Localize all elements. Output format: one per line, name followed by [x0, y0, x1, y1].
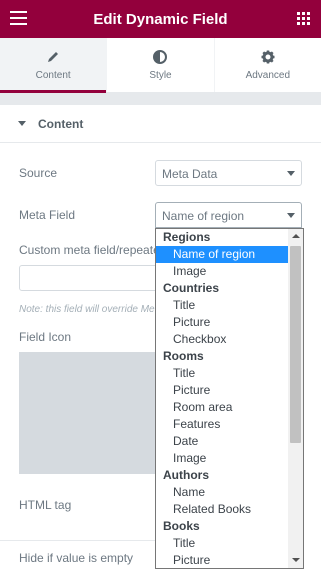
meta-field-select[interactable]: Name of region	[155, 202, 302, 228]
dropdown-group-label: Regions	[163, 230, 211, 244]
tab-style[interactable]: Style	[106, 38, 213, 92]
meta-field-dropdown[interactable]: Regions Name of region Image Countries Title…	[155, 228, 304, 569]
dropdown-option[interactable]: Name of region	[156, 246, 289, 263]
dropdown-scrollbar[interactable]	[288, 229, 303, 568]
dropdown-group-label: Countries	[163, 281, 220, 295]
custom-meta-input[interactable]	[19, 265, 159, 291]
dropdown-option[interactable]: Picture	[156, 314, 289, 331]
meta-field-value: Name of region	[162, 209, 245, 223]
pencil-icon	[46, 49, 60, 65]
html-tag-label: HTML tag	[19, 498, 72, 512]
grid-icon[interactable]	[297, 12, 310, 25]
hide-empty-label: Hide if value is empty	[19, 551, 134, 565]
panel-tabs: Content Style Advanced	[0, 38, 321, 93]
tab-label: Advanced	[245, 70, 291, 81]
icon-picker[interactable]	[19, 352, 159, 474]
section-separator	[0, 93, 321, 105]
source-label: Source	[19, 166, 58, 180]
tab-label: Style	[149, 70, 172, 81]
tab-advanced[interactable]: Advanced	[213, 38, 321, 92]
dropdown-option[interactable]: Picture	[156, 552, 289, 568]
scroll-thumb[interactable]	[290, 246, 301, 443]
hamburger-icon[interactable]	[10, 11, 27, 25]
dropdown-option[interactable]: Room area	[156, 399, 289, 416]
scroll-up-icon[interactable]	[288, 229, 303, 244]
chevron-down-icon	[287, 213, 295, 218]
section-title: Content	[38, 116, 84, 131]
dropdown-option[interactable]: Image	[156, 450, 289, 467]
dropdown-option[interactable]: Title	[156, 297, 289, 314]
dropdown-group-label: Authors	[163, 468, 209, 482]
chevron-down-icon	[287, 171, 295, 176]
dropdown-option[interactable]: Checkbox	[156, 331, 289, 348]
dropdown-option[interactable]: Name	[156, 484, 289, 501]
dropdown-option[interactable]: Picture	[156, 382, 289, 399]
tab-label: Content	[35, 70, 71, 81]
dropdown-group-label: Books	[163, 519, 200, 533]
divider	[0, 540, 160, 541]
tab-content[interactable]: Content	[0, 38, 107, 93]
source-value: Meta Data	[162, 167, 218, 181]
dropdown-option[interactable]: Image	[156, 263, 289, 280]
meta-field-label: Meta Field	[19, 208, 76, 222]
editor-header: Edit Dynamic Field	[0, 0, 321, 38]
dropdown-option[interactable]: Features	[156, 416, 289, 433]
content-section-toggle[interactable]: Content	[0, 105, 321, 143]
field-icon-label: Field Icon	[19, 330, 72, 344]
half-circle-icon	[153, 49, 168, 65]
gear-icon	[261, 49, 275, 65]
scroll-down-icon[interactable]	[288, 553, 303, 568]
dropdown-option[interactable]: Date	[156, 433, 289, 450]
caret-down-icon	[18, 121, 26, 126]
dropdown-list: Regions Name of region Image Countries Title…	[156, 229, 289, 568]
dropdown-option[interactable]: Title	[156, 365, 289, 382]
page-title: Edit Dynamic Field	[93, 10, 228, 28]
dropdown-option[interactable]: Title	[156, 535, 289, 552]
source-select[interactable]: Meta Data	[155, 160, 302, 186]
dropdown-group-label: Rooms	[163, 349, 204, 363]
dropdown-option[interactable]: Related Books	[156, 501, 289, 518]
